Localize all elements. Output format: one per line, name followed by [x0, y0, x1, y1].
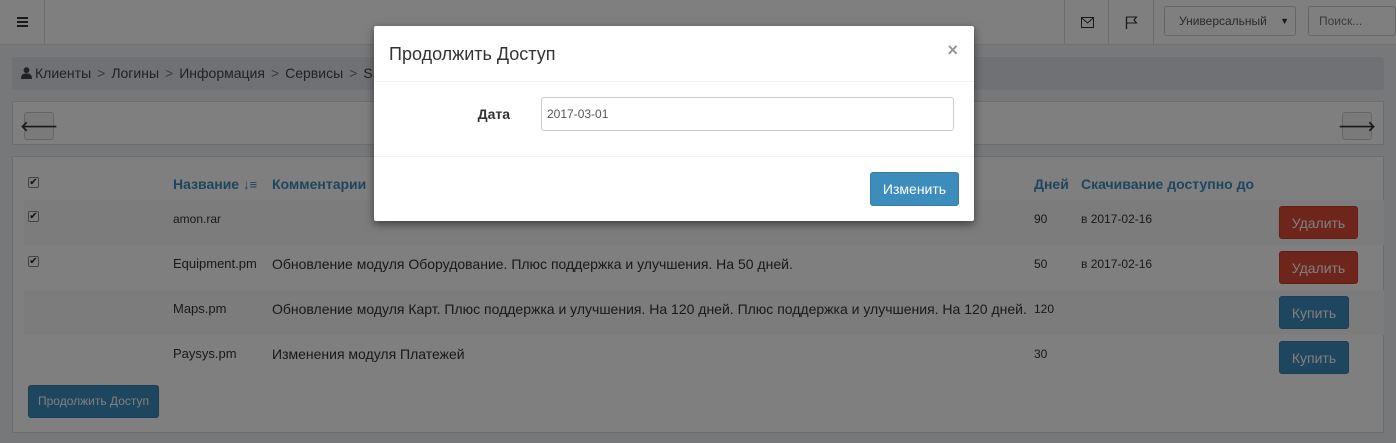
modal-title: Продолжить Доступ [389, 44, 556, 64]
close-icon[interactable]: × [947, 40, 958, 60]
date-label: Дата [477, 106, 510, 122]
modal-body: Дата [374, 82, 974, 157]
continue-access-modal: Продолжить Доступ × Дата Изменить [374, 26, 974, 221]
modal-header: Продолжить Доступ × [374, 26, 974, 82]
date-field[interactable] [541, 97, 954, 131]
change-button[interactable]: Изменить [870, 172, 959, 206]
